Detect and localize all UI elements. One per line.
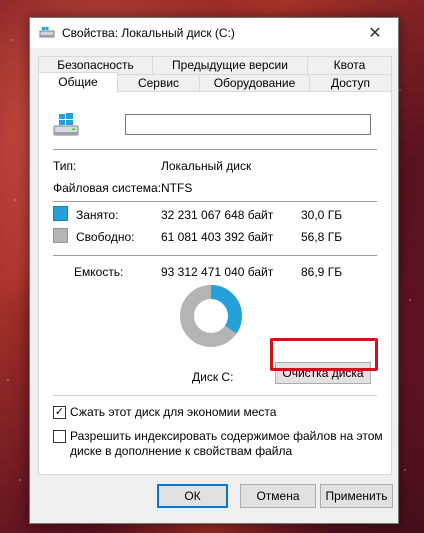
used-label: Занято: xyxy=(76,208,119,222)
used-color-swatch xyxy=(53,206,68,221)
ok-button[interactable]: ОК xyxy=(157,484,228,508)
disk-usage-donut xyxy=(180,285,242,347)
windows-drive-icon xyxy=(53,113,79,136)
properties-window: Свойства: Локальный диск (C:) ✕ Безопасн… xyxy=(29,17,399,524)
cancel-button[interactable]: Отмена xyxy=(240,484,316,508)
general-panel: Тип: Локальный диск Файловая система: NT… xyxy=(38,91,392,475)
filesystem-value: NTFS xyxy=(161,181,193,195)
tab-general[interactable]: Общие xyxy=(38,72,118,93)
cleanup-highlight-frame xyxy=(270,338,378,371)
free-size: 56,8 ГБ xyxy=(301,230,343,244)
disk-label: Диск C: xyxy=(192,370,234,384)
tab-sharing[interactable]: Доступ xyxy=(310,74,392,92)
tab-hardware[interactable]: Оборудование xyxy=(200,74,310,92)
used-bytes: 32 231 067 648 байт xyxy=(161,208,274,222)
close-icon: ✕ xyxy=(368,25,382,42)
index-checkbox[interactable] xyxy=(53,430,66,443)
filesystem-label: Файловая система: xyxy=(53,181,162,195)
tab-previous-versions[interactable]: Предыдущие версии xyxy=(153,56,308,74)
index-label-line1: Разрешить индексировать содержимое файло… xyxy=(70,429,383,443)
tab-quota[interactable]: Квота xyxy=(308,56,392,74)
compress-checkbox[interactable]: ✓ xyxy=(53,406,66,419)
window-title: Свойства: Локальный диск (C:) xyxy=(62,26,235,40)
close-button[interactable]: ✕ xyxy=(352,18,398,48)
separator xyxy=(53,149,377,150)
capacity-bytes: 93 312 471 040 байт xyxy=(161,265,274,279)
capacity-size: 86,9 ГБ xyxy=(301,265,343,279)
apply-button[interactable]: Применить xyxy=(320,484,393,508)
used-size: 30,0 ГБ xyxy=(301,208,343,222)
free-label: Свободно: xyxy=(76,230,135,244)
capacity-label: Емкость: xyxy=(74,265,124,279)
tabs-front-row: Общие Сервис Оборудование Доступ xyxy=(38,72,392,93)
index-label-line2: диске в дополнение к свойствам файла xyxy=(70,444,293,458)
tab-tools[interactable]: Сервис xyxy=(118,74,200,92)
title-bar: Свойства: Локальный диск (C:) ✕ xyxy=(30,18,398,48)
compress-label: Сжать этот диск для экономии места xyxy=(70,405,277,419)
separator xyxy=(53,255,377,256)
type-label: Тип: xyxy=(53,159,77,173)
type-value: Локальный диск xyxy=(161,159,252,173)
separator xyxy=(53,201,377,202)
check-icon: ✓ xyxy=(54,406,65,418)
volume-label-input[interactable] xyxy=(125,114,371,135)
free-color-swatch xyxy=(53,228,68,243)
separator xyxy=(53,395,377,396)
free-bytes: 61 081 403 392 байт xyxy=(161,230,274,244)
drive-icon xyxy=(39,27,55,38)
